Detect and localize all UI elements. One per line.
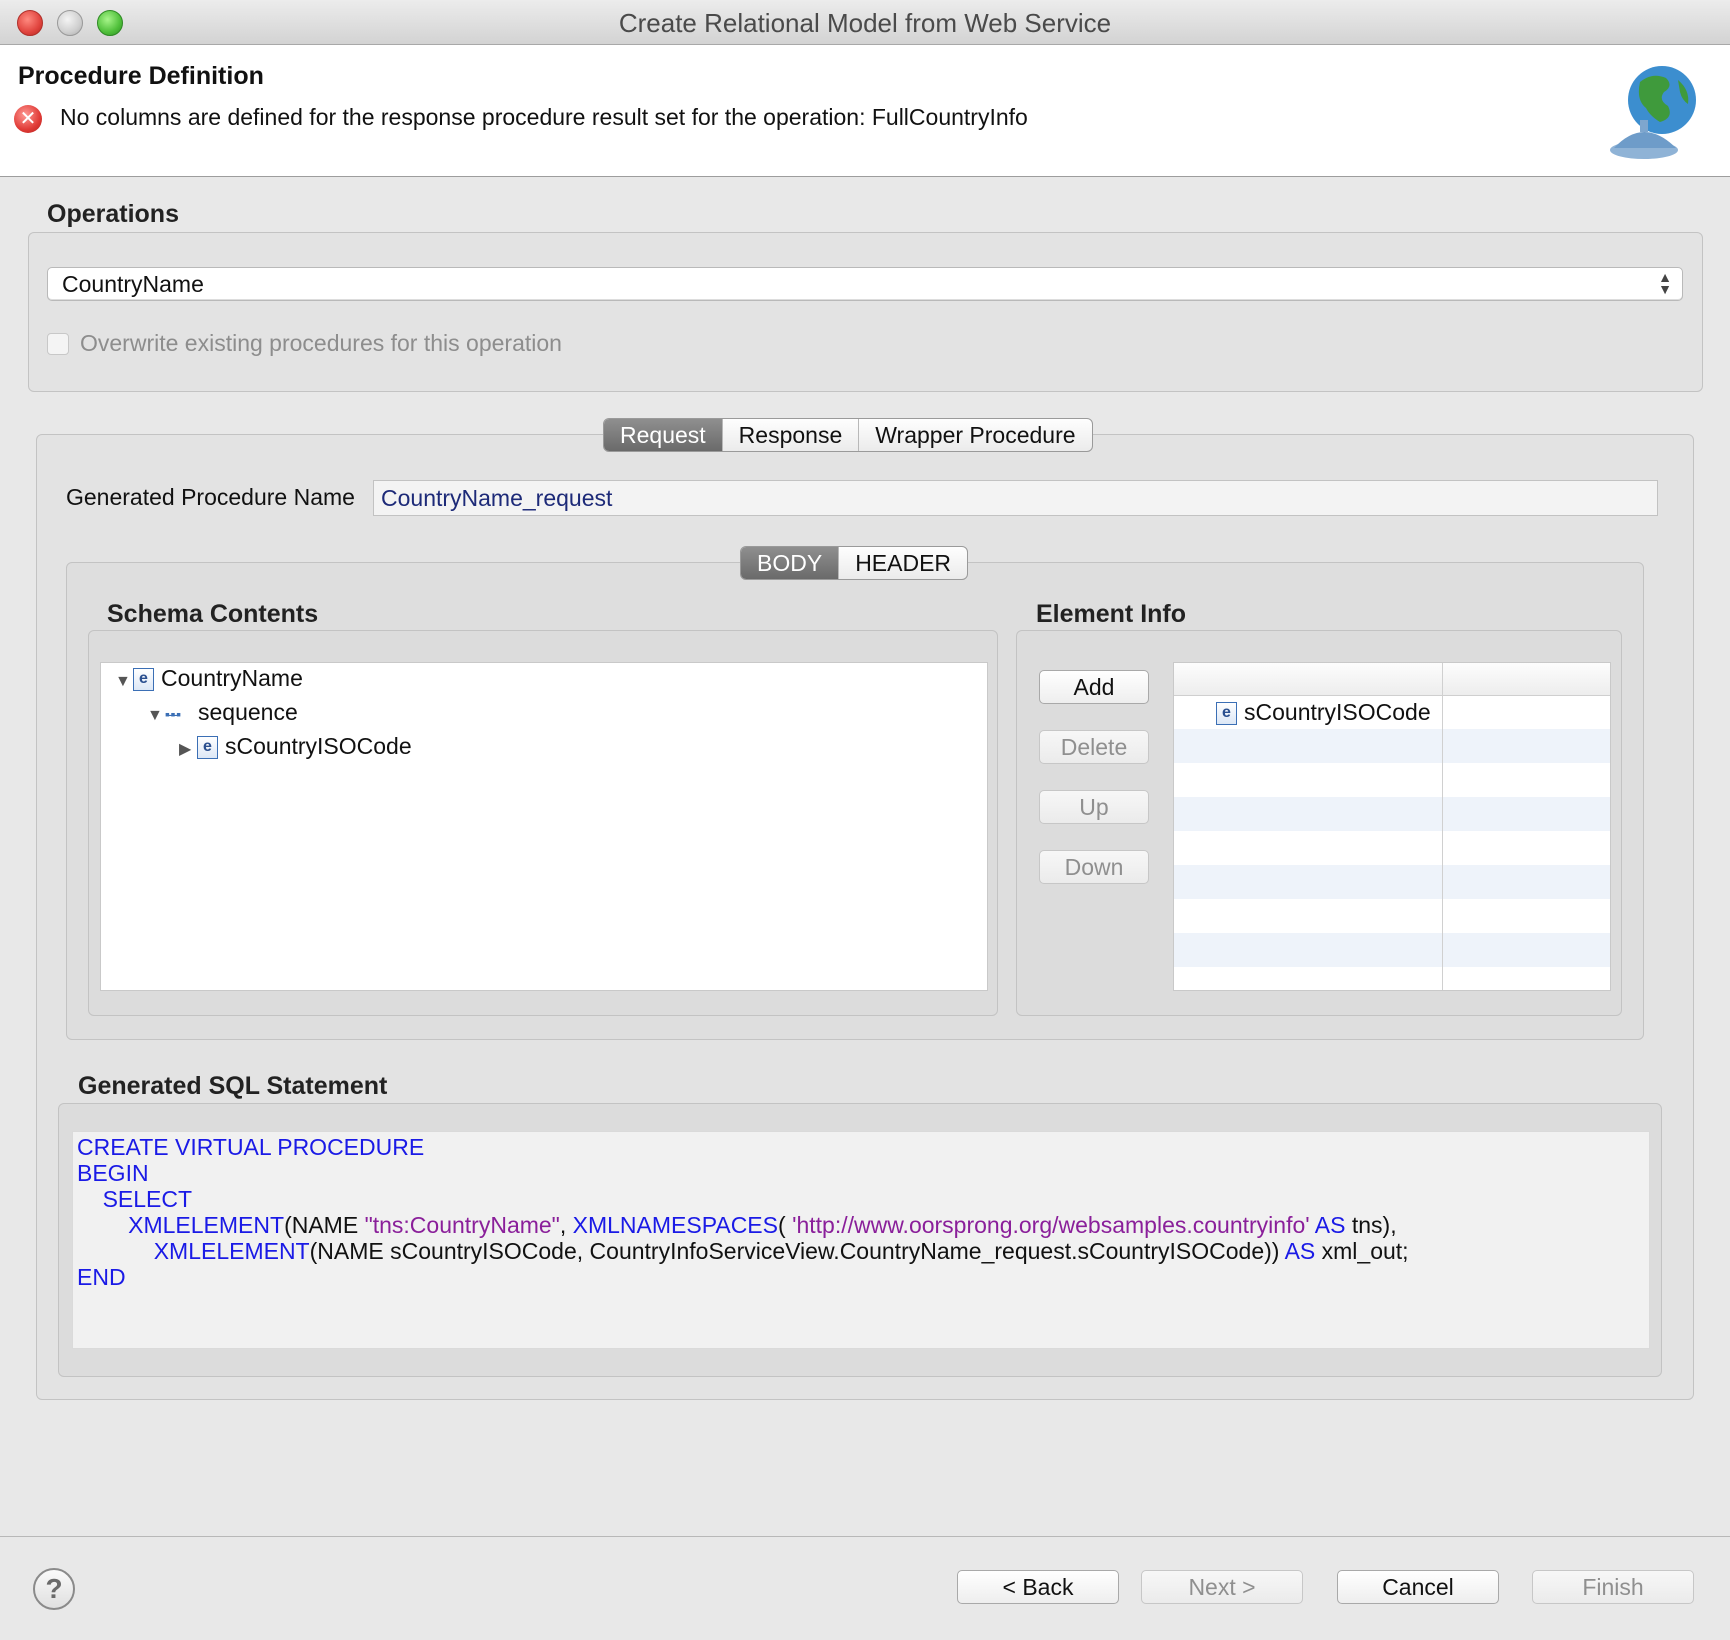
body-header-tabs: BODY HEADER	[740, 546, 969, 580]
operations-label: Operations	[47, 200, 179, 228]
delete-button[interactable]: Delete	[1039, 730, 1149, 764]
select-arrows-icon: ▲ ▼	[1658, 269, 1672, 297]
expanded-triangle-icon[interactable]: ▼	[115, 667, 133, 697]
procedure-tabs: Request Response Wrapper Procedure	[603, 418, 1093, 452]
sql-string: "tns:CountryName"	[364, 1212, 560, 1238]
add-button[interactable]: Add	[1039, 670, 1149, 704]
sql-text: (NAME	[284, 1212, 365, 1238]
window-title: Create Relational Model from Web Service	[618, 8, 1112, 38]
element-icon: e	[1216, 702, 1237, 726]
help-icon[interactable]: ?	[33, 1568, 75, 1610]
tree-item[interactable]: ▶ e sCountryISOCode	[179, 731, 412, 761]
finish-button[interactable]: Finish	[1532, 1570, 1694, 1604]
collapsed-triangle-icon[interactable]: ▶	[179, 735, 197, 765]
table-row[interactable]: e sCountryISOCode	[1174, 695, 1610, 729]
tab-body[interactable]: BODY	[741, 547, 840, 579]
table-row	[1174, 899, 1610, 933]
table-header	[1174, 663, 1610, 696]
table-row	[1174, 763, 1610, 797]
tab-wrapper-procedure[interactable]: Wrapper Procedure	[859, 419, 1091, 451]
tree-item-label: sCountryISOCode	[225, 733, 412, 759]
table-row	[1174, 967, 1610, 990]
sql-line: SELECT	[102, 1186, 193, 1212]
table-row	[1174, 865, 1610, 899]
generated-sql-label: Generated SQL Statement	[78, 1072, 388, 1100]
element-info-table[interactable]: e sCountryISOCode	[1173, 662, 1611, 991]
generated-name-label: Generated Procedure Name	[66, 484, 355, 510]
operation-select[interactable]: CountryName ▲ ▼	[47, 267, 1683, 301]
back-button[interactable]: < Back	[957, 1570, 1119, 1604]
overwrite-label: Overwrite existing procedures for this o…	[80, 330, 562, 356]
sql-text: (	[778, 1212, 793, 1238]
error-message: No columns are defined for the response …	[60, 104, 1028, 130]
element-name: sCountryISOCode	[1244, 699, 1431, 725]
page-title: Procedure Definition	[18, 62, 264, 90]
table-row	[1174, 933, 1610, 967]
column-separator	[1442, 663, 1443, 990]
tab-request[interactable]: Request	[604, 419, 723, 451]
element-icon: e	[133, 668, 154, 692]
globe-web-service-icon	[1610, 66, 1696, 159]
tree-item[interactable]: ▼ ▪-▪-▪ sequence	[147, 697, 298, 727]
footer-separator	[0, 1536, 1730, 1537]
table-row	[1174, 729, 1610, 763]
schema-tree[interactable]: ▼ e CountryName ▼ ▪-▪-▪ sequence ▶ e sCountryI…	[100, 662, 988, 991]
error-icon: ✕	[14, 105, 42, 133]
operation-select-value: CountryName	[62, 271, 204, 297]
sql-text: xml_out;	[1315, 1238, 1409, 1264]
sql-text: tns),	[1345, 1212, 1397, 1238]
table-row	[1174, 831, 1610, 865]
tree-item[interactable]: ▼ e CountryName	[115, 663, 303, 693]
sql-text-area[interactable]: CREATE VIRTUAL PROCEDURE BEGIN SELECT XM…	[72, 1131, 1650, 1349]
element-info-label: Element Info	[1036, 600, 1187, 628]
next-button[interactable]: Next >	[1141, 1570, 1303, 1604]
operations-group	[28, 232, 1703, 392]
table-row	[1174, 797, 1610, 831]
sql-text: (NAME sCountryISOCode, CountryInfoServic…	[309, 1238, 1285, 1264]
sql-line: CREATE VIRTUAL PROCEDURE	[77, 1134, 425, 1160]
tree-item-label: sequence	[198, 699, 298, 725]
schema-contents-label: Schema Contents	[107, 600, 319, 628]
tree-item-label: CountryName	[161, 665, 303, 691]
tab-response[interactable]: Response	[723, 419, 860, 451]
expanded-triangle-icon[interactable]: ▼	[147, 701, 165, 731]
generated-name-value: CountryName_request	[381, 485, 613, 511]
sql-keyword: AS	[1284, 1238, 1316, 1264]
element-icon: e	[197, 736, 218, 760]
sql-line: BEGIN	[77, 1160, 149, 1186]
sql-keyword: XMLNAMESPACES	[572, 1212, 778, 1238]
cancel-button[interactable]: Cancel	[1337, 1570, 1499, 1604]
down-button[interactable]: Down	[1039, 850, 1149, 884]
sql-text: ,	[559, 1212, 573, 1238]
sequence-icon: ▪-▪-▪	[165, 705, 181, 722]
generated-name-field[interactable]: CountryName_request	[373, 480, 1658, 516]
sql-line: END	[77, 1264, 126, 1290]
sql-keyword: XMLELEMENT	[153, 1238, 310, 1264]
overwrite-checkbox[interactable]	[47, 333, 69, 355]
up-button[interactable]: Up	[1039, 790, 1149, 824]
table-cell: e sCountryISOCode	[1216, 698, 1431, 726]
sql-keyword: AS	[1314, 1212, 1346, 1238]
sql-string: 'http://www.oorsprong.org/websamples.cou…	[792, 1212, 1310, 1238]
sql-keyword: XMLELEMENT	[128, 1212, 285, 1238]
tab-header[interactable]: HEADER	[839, 547, 967, 579]
